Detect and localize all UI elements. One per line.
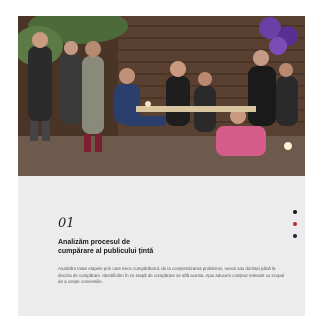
carousel-dots: [292, 210, 298, 246]
card-content: 01 Analizăm procesul de cumpărare al pub…: [18, 176, 305, 316]
card-title-line1: Analizăm procesul de: [58, 239, 130, 246]
carousel-dot-3[interactable]: [293, 234, 297, 238]
balloon: [259, 17, 281, 39]
team-photo-image: [18, 16, 305, 176]
card-title-line2: cumpărare al publicului țintă: [58, 248, 154, 255]
step-number: 01: [58, 216, 75, 231]
card-title: Analizăm procesul de cumpărare al public…: [58, 238, 258, 256]
service-card: 01 Analizăm procesul de cumpărare al pub…: [18, 16, 305, 316]
carousel-dot-1[interactable]: [293, 210, 297, 214]
card-description: Analizăm toate etapele prin care trece c…: [58, 266, 285, 285]
balloon: [269, 37, 287, 55]
team-photo: [18, 16, 305, 176]
carousel-dot-2[interactable]: [293, 222, 297, 226]
